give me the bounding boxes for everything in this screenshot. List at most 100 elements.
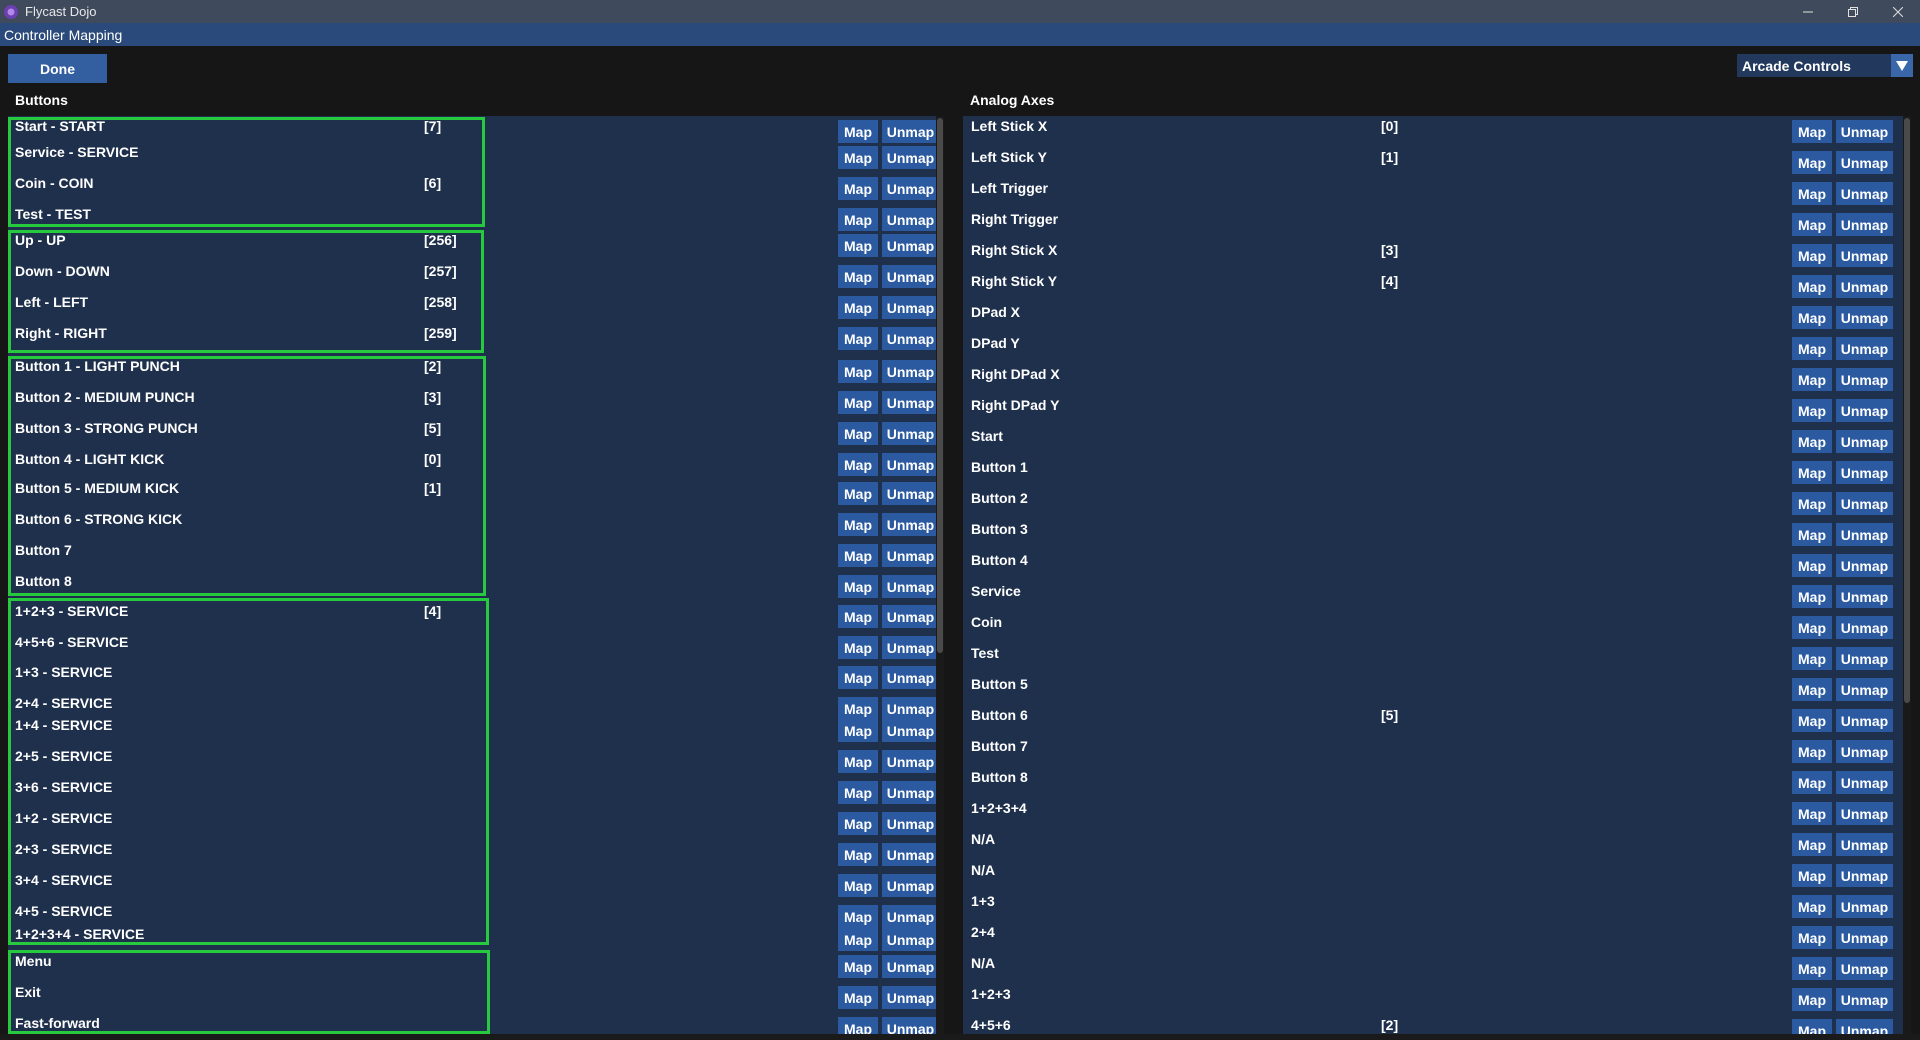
map-button[interactable]: Map <box>1792 585 1832 608</box>
map-button[interactable]: Map <box>838 636 878 659</box>
map-button[interactable]: Map <box>1792 988 1832 1011</box>
map-button[interactable]: Map <box>1792 864 1832 887</box>
map-button[interactable]: Map <box>838 360 878 383</box>
map-button[interactable]: Map <box>838 812 878 835</box>
map-button[interactable]: Map <box>838 874 878 897</box>
unmap-button[interactable]: Unmap <box>1836 244 1893 267</box>
map-button[interactable]: Map <box>838 391 878 414</box>
unmap-button[interactable]: Unmap <box>882 955 939 978</box>
unmap-button[interactable]: Unmap <box>882 986 939 1009</box>
map-button[interactable]: Map <box>1792 709 1832 732</box>
unmap-button[interactable]: Unmap <box>882 843 939 866</box>
unmap-button[interactable]: Unmap <box>1836 523 1893 546</box>
map-button[interactable]: Map <box>1792 616 1832 639</box>
unmap-button[interactable]: Unmap <box>882 208 939 231</box>
unmap-button[interactable]: Unmap <box>882 513 939 536</box>
unmap-button[interactable]: Unmap <box>1836 957 1893 980</box>
unmap-button[interactable]: Unmap <box>882 928 939 951</box>
map-button[interactable]: Map <box>838 120 878 143</box>
unmap-button[interactable]: Unmap <box>882 234 939 257</box>
unmap-button[interactable]: Unmap <box>1836 585 1893 608</box>
map-button[interactable]: Map <box>838 666 878 689</box>
unmap-button[interactable]: Unmap <box>1836 182 1893 205</box>
map-button[interactable]: Map <box>838 453 878 476</box>
map-button[interactable]: Map <box>838 146 878 169</box>
map-button[interactable]: Map <box>1792 771 1832 794</box>
unmap-button[interactable]: Unmap <box>1836 275 1893 298</box>
map-button[interactable]: Map <box>838 513 878 536</box>
unmap-button[interactable]: Unmap <box>882 177 939 200</box>
buttons-scrollbar[interactable] <box>936 116 944 1040</box>
unmap-button[interactable]: Unmap <box>882 360 939 383</box>
unmap-button[interactable]: Unmap <box>882 575 939 598</box>
map-button[interactable]: Map <box>1792 833 1832 856</box>
unmap-button[interactable]: Unmap <box>882 120 939 143</box>
map-button[interactable]: Map <box>838 955 878 978</box>
map-button[interactable]: Map <box>1792 430 1832 453</box>
unmap-button[interactable]: Unmap <box>1836 864 1893 887</box>
unmap-button[interactable]: Unmap <box>1836 430 1893 453</box>
map-button[interactable]: Map <box>1792 492 1832 515</box>
map-button[interactable]: Map <box>838 928 878 951</box>
map-button[interactable]: Map <box>1792 678 1832 701</box>
unmap-button[interactable]: Unmap <box>1836 926 1893 949</box>
unmap-button[interactable]: Unmap <box>882 265 939 288</box>
unmap-button[interactable]: Unmap <box>1836 399 1893 422</box>
map-button[interactable]: Map <box>1792 275 1832 298</box>
unmap-button[interactable]: Unmap <box>1836 151 1893 174</box>
map-button[interactable]: Map <box>1792 399 1832 422</box>
close-icon[interactable] <box>1875 0 1920 23</box>
unmap-button[interactable]: Unmap <box>882 453 939 476</box>
minimize-icon[interactable] <box>1785 0 1830 23</box>
unmap-button[interactable]: Unmap <box>882 636 939 659</box>
unmap-button[interactable]: Unmap <box>1836 740 1893 763</box>
unmap-button[interactable]: Unmap <box>1836 337 1893 360</box>
map-button[interactable]: Map <box>1792 647 1832 670</box>
map-button[interactable]: Map <box>1792 895 1832 918</box>
unmap-button[interactable]: Unmap <box>882 391 939 414</box>
map-button[interactable]: Map <box>1792 368 1832 391</box>
unmap-button[interactable]: Unmap <box>882 812 939 835</box>
unmap-button[interactable]: Unmap <box>1836 988 1893 1011</box>
map-button[interactable]: Map <box>838 234 878 257</box>
map-button[interactable]: Map <box>838 605 878 628</box>
unmap-button[interactable]: Unmap <box>1836 461 1893 484</box>
unmap-button[interactable]: Unmap <box>882 719 939 742</box>
unmap-button[interactable]: Unmap <box>1836 895 1893 918</box>
map-button[interactable]: Map <box>838 208 878 231</box>
map-button[interactable]: Map <box>1792 120 1832 143</box>
unmap-button[interactable]: Unmap <box>1836 771 1893 794</box>
map-button[interactable]: Map <box>838 177 878 200</box>
map-button[interactable]: Map <box>1792 461 1832 484</box>
map-button[interactable]: Map <box>1792 926 1832 949</box>
map-button[interactable]: Map <box>1792 182 1832 205</box>
map-button[interactable]: Map <box>838 843 878 866</box>
unmap-button[interactable]: Unmap <box>882 146 939 169</box>
map-button[interactable]: Map <box>838 986 878 1009</box>
unmap-button[interactable]: Unmap <box>1836 833 1893 856</box>
unmap-button[interactable]: Unmap <box>1836 368 1893 391</box>
unmap-button[interactable]: Unmap <box>1836 554 1893 577</box>
map-button[interactable]: Map <box>1792 151 1832 174</box>
unmap-button[interactable]: Unmap <box>1836 678 1893 701</box>
buttons-scrollbar-thumb[interactable] <box>937 118 943 653</box>
map-button[interactable]: Map <box>1792 802 1832 825</box>
map-button[interactable]: Map <box>1792 523 1832 546</box>
unmap-button[interactable]: Unmap <box>1836 306 1893 329</box>
unmap-button[interactable]: Unmap <box>882 482 939 505</box>
unmap-button[interactable]: Unmap <box>882 296 939 319</box>
unmap-button[interactable]: Unmap <box>882 666 939 689</box>
mapping-mode-dropdown[interactable]: Arcade Controls <box>1737 54 1913 77</box>
unmap-button[interactable]: Unmap <box>1836 120 1893 143</box>
unmap-button[interactable]: Unmap <box>1836 709 1893 732</box>
map-button[interactable]: Map <box>838 482 878 505</box>
map-button[interactable]: Map <box>1792 740 1832 763</box>
map-button[interactable]: Map <box>838 750 878 773</box>
map-button[interactable]: Map <box>838 327 878 350</box>
unmap-button[interactable]: Unmap <box>882 781 939 804</box>
unmap-button[interactable]: Unmap <box>1836 213 1893 236</box>
map-button[interactable]: Map <box>838 296 878 319</box>
unmap-button[interactable]: Unmap <box>882 605 939 628</box>
unmap-button[interactable]: Unmap <box>1836 802 1893 825</box>
unmap-button[interactable]: Unmap <box>1836 616 1893 639</box>
